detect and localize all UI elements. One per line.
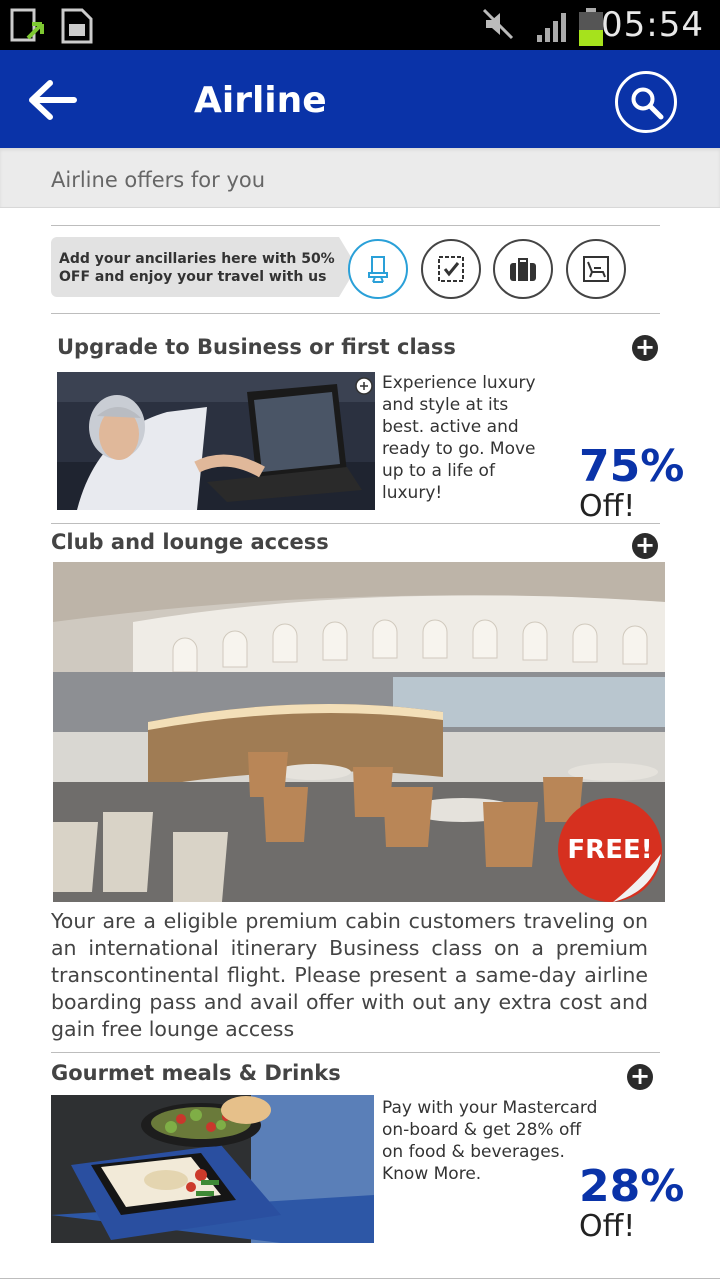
free-badge-text: FREE! [567,835,652,865]
mute-icon [482,8,514,40]
lounge-description: Your are a eligible premium cabin custom… [51,909,648,1041]
promo-text: Add your ancillaries here with 50% OFF a… [59,251,335,285]
upgrade-discount-suffix: Off! [579,489,636,524]
sim-card-icon [61,8,93,44]
status-bar: 05:54 [0,0,720,50]
meals-discount-suffix: Off! [579,1209,636,1244]
meals-section-title: Gourmet meals & Drinks [51,1061,341,1085]
meals-expand-button[interactable]: + [627,1064,653,1090]
subheader: Airline offers for you [0,148,720,208]
lounge-expand-button[interactable]: + [632,533,658,559]
app-bar: Airline [0,50,720,148]
meals-description: Pay with your Mastercard on-board & get … [382,1098,598,1184]
ancillary-checklist-button[interactable] [421,239,481,299]
upgrade-expand-button[interactable]: + [632,335,658,361]
meals-discount: 28% [579,1161,685,1212]
search-icon [631,87,664,120]
ancillary-promo-banner: Add your ancillaries here with 50% OFF a… [51,237,357,297]
upgrade-description: Experience luxury and style at its best.… [382,373,536,503]
back-arrow-icon [29,80,77,120]
free-badge: FREE! [558,798,662,902]
lounge-image: FREE! [53,562,665,902]
ancillary-seat-button[interactable] [348,239,408,299]
subheader-text: Airline offers for you [51,168,266,192]
business-class-passenger-image [57,372,375,510]
upgrade-discount: 75% [579,441,685,492]
signal-icon [537,13,566,42]
back-button[interactable] [28,80,78,120]
ancillary-baggage-button[interactable] [493,239,553,299]
baggage-icon [510,258,536,281]
lounge-section-title: Club and lounge access [51,530,329,554]
divider [51,225,660,226]
divider [51,523,660,524]
seat-icon [368,256,388,283]
ancillary-lounge-button[interactable] [566,239,626,299]
meal-tray-image [51,1095,374,1243]
divider [51,1052,660,1053]
lounge-chair-icon [583,256,609,282]
divider [51,313,660,314]
status-time: 05:54 [601,5,704,45]
download-icon [10,8,44,42]
divider [0,1278,720,1279]
checklist-icon [438,256,464,282]
page-title: Airline [194,80,327,121]
search-button[interactable] [615,71,677,133]
upgrade-section-title: Upgrade to Business or first class [57,335,456,359]
